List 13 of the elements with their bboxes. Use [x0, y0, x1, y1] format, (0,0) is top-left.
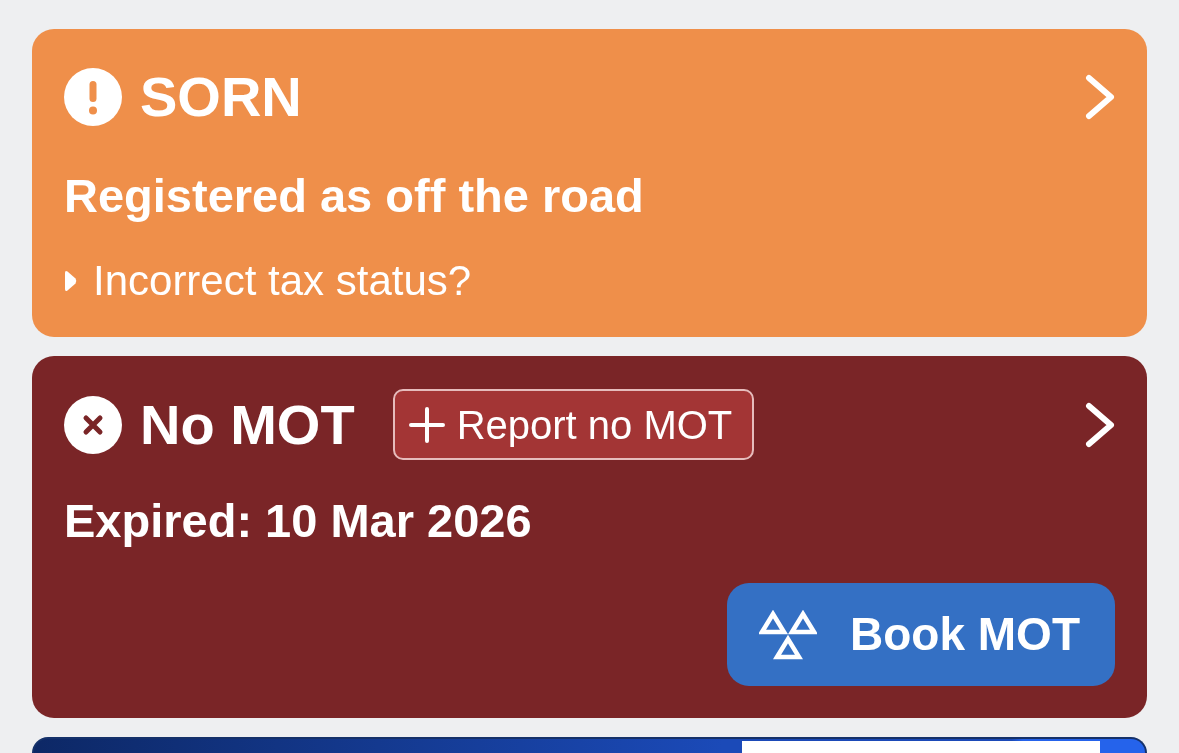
alert-icon	[64, 68, 122, 126]
status-title: No MOT	[140, 395, 355, 454]
status-card[interactable]: No MOT Report no MOT Expired: 10 Mar 2026 Book MOT	[32, 356, 1147, 718]
status-description: Expired: 10 Mar 2026	[64, 493, 533, 549]
chevron-right-icon[interactable]	[1085, 401, 1115, 448]
plus-icon	[408, 406, 445, 443]
triangles-icon	[759, 609, 817, 660]
status-description: Registered as off the road	[64, 168, 645, 224]
error-icon	[64, 395, 122, 454]
caret-icon	[64, 270, 77, 292]
book-mot-button[interactable]: Book MOT	[727, 583, 1115, 686]
status-title: SORN	[140, 68, 302, 126]
report-button[interactable]: Report no MOT	[392, 389, 755, 460]
